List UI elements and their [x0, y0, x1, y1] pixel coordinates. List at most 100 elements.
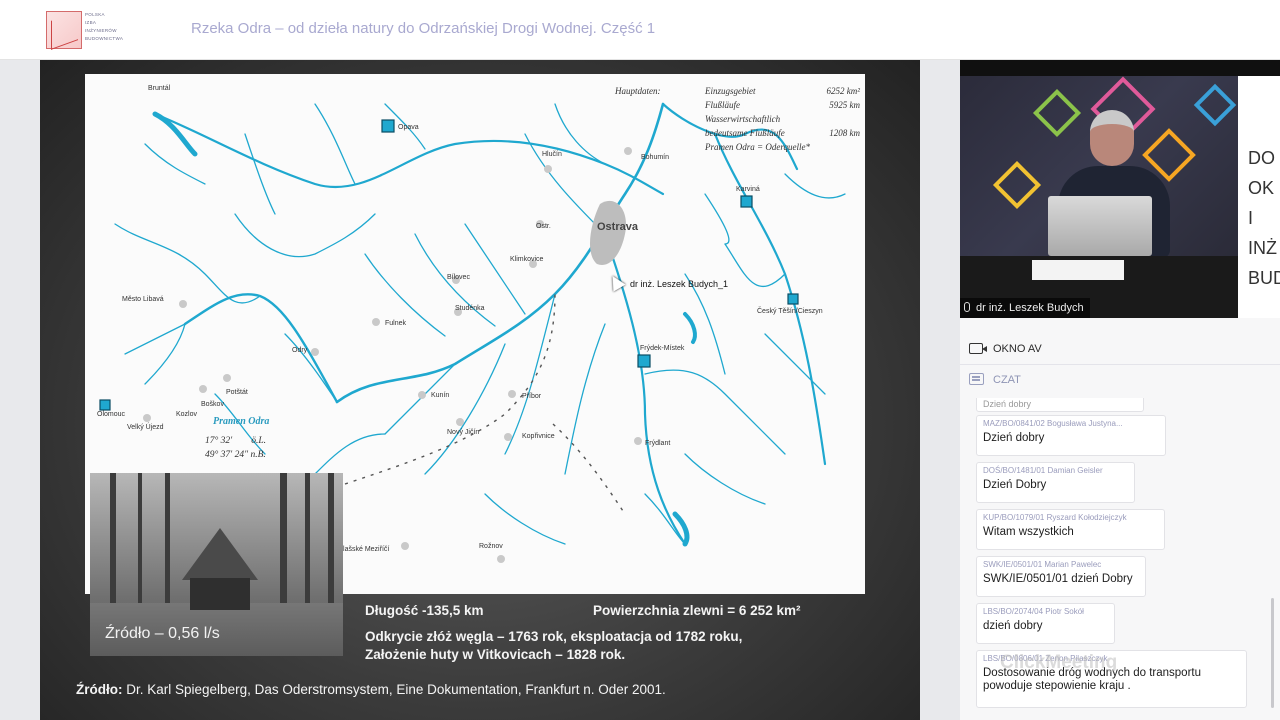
hd-value: 5925 km — [829, 100, 860, 110]
tree-shape — [165, 473, 170, 623]
coal-stat: Odkrycie złóż węgla – 1763 rok, eksploat… — [365, 629, 743, 644]
video-camera-icon — [969, 343, 987, 354]
hut-body — [190, 578, 250, 610]
map-label-kunin: Kunín — [431, 392, 450, 399]
hd-label: Einzugsgebiet — [705, 86, 756, 96]
chat-message-author: LBS/BO/2074/04 Piotr Sokół — [983, 607, 1084, 616]
hd-value: 1208 km — [829, 128, 860, 138]
hauptdaten-row: Pramen Odra = Oderquelle* — [705, 140, 860, 154]
av-window-header[interactable]: OKNO AV — [960, 334, 1280, 364]
map-label-hlucin: Hlučín — [542, 151, 562, 158]
map-label-bohumin: Bohumín — [641, 154, 670, 161]
tree-shape — [110, 473, 116, 623]
chat-label: CZAT — [993, 374, 1021, 386]
photo-caption: Źródło – 0,56 l/s — [105, 625, 220, 642]
chat-message-author: KUP/BO/1079/01 Ryszard Kołodziejczyk — [983, 513, 1127, 522]
map-label-novy-jicin: Nový Jičín — [447, 429, 480, 436]
source-coordinates: 17° 32' ö.L. 49° 37' 24" n.B. — [205, 434, 266, 462]
chat-header[interactable]: CZAT — [960, 364, 1280, 394]
speaker-head — [1090, 110, 1134, 166]
chat-message-text: Witam wszystkich — [983, 526, 1074, 538]
logo-text: POLSKA IZBA INŻYNIERÓW BUDOWNICTWA — [85, 11, 125, 43]
logo-text-line: BUDOWNICTWA — [85, 36, 124, 41]
clickmeeting-watermark: ClickMeeting — [1000, 652, 1118, 673]
chat-scrollbar[interactable] — [1270, 398, 1276, 720]
chat-message: SWK/IE/0501/01 Marian Pawelec SWK/IE/050… — [976, 556, 1146, 597]
coords-suffix: n.B. — [250, 450, 266, 460]
presenter-cursor-label: dr inż. Leszek Budych_1 — [630, 279, 729, 289]
chat-message-text: Dzień Dobry — [983, 479, 1047, 491]
map-label-frydlant: Frýdlant — [645, 440, 671, 447]
logo-text-line: IZBA — [85, 20, 97, 25]
coords-suffix: ö.L. — [251, 436, 267, 446]
length-stat: Długość -135,5 km — [365, 603, 484, 618]
map-label-frydek-mistek: Frýdek-Místek — [640, 345, 685, 352]
event-banner: DO OK I INŻ BUD — [1238, 76, 1280, 318]
paper-sheet — [1032, 260, 1124, 280]
speaker-name-tag: dr inż. Leszek Budych — [960, 298, 1090, 318]
top-bar: POLSKA IZBA INŻYNIERÓW BUDOWNICTWA Rzeka… — [0, 0, 1280, 60]
hd-label: Wasserwirtschaftlich — [705, 114, 781, 124]
chat-message: DOŚ/BO/1481/01 Damian Geisler Dzień Dobr… — [976, 462, 1135, 503]
map-label-ostr: Ostr. — [536, 223, 551, 230]
map-label-odry: Odry — [292, 347, 308, 354]
chat-scroll-thumb[interactable] — [1271, 598, 1274, 708]
source-prefix: Źródło: — [76, 682, 123, 697]
hd-value: 6252 km² — [826, 86, 860, 96]
hauptdaten-row: Flußläufe 5925 km — [705, 98, 860, 112]
piib-logo: POLSKA IZBA INŻYNIERÓW BUDOWNICTWA — [46, 11, 124, 49]
hauptdaten-row: bedeutsame Flußläufe 1208 km — [705, 126, 860, 140]
video-frame: DO OK I INŻ BUD — [960, 76, 1280, 318]
microphone-icon — [964, 302, 970, 312]
chat-message-text: Dzień dobry — [983, 399, 1032, 409]
tree-shape — [138, 473, 142, 623]
map-label-klimkovice: Klimkovice — [510, 256, 544, 263]
deco-diamond — [1032, 88, 1082, 138]
map-label-koprivnice: Kopřivnice — [522, 433, 555, 440]
chat-message-author: SWK/IE/0501/01 Marian Pawelec — [983, 560, 1102, 569]
tree-shape — [305, 473, 310, 623]
map-label-bilovec: Bílovec — [447, 274, 470, 281]
chat-message-text: SWK/IE/0501/01 dzień Dobry — [983, 573, 1133, 585]
map-label-olomouc: Olomouc — [97, 411, 126, 418]
hauptdaten-rows: Einzugsgebiet 6252 km² Flußläufe 5925 km W… — [705, 84, 860, 154]
map-label-studenka: Studénka — [455, 305, 485, 312]
hauptdaten-title: Hauptdaten: — [615, 86, 661, 96]
map-label-pribor: Příbor — [522, 393, 542, 400]
webinar-title: Rzeka Odra – od dzieła natury do Odrzańs… — [191, 20, 656, 37]
speaker-video[interactable]: DO OK I INŻ BUD dr inż. Leszek Budych — [960, 60, 1280, 318]
presentation-slide: Bruntál Opava Ostrava Hlučín Bohumín Kar… — [40, 60, 920, 720]
hd-label: Flußläufe — [705, 100, 740, 110]
logo-text-line: POLSKA — [85, 12, 105, 17]
hauptdaten-row: Wasserwirtschaftlich — [705, 112, 860, 126]
coords-value: 17° 32' — [205, 436, 233, 446]
chat-message: MAZ/BO/0841/02 Bogusława Justyna... Dzie… — [976, 415, 1166, 456]
coords-line: 17° 32' ö.L. — [205, 434, 266, 448]
chat-message-text: Dzień dobry — [983, 432, 1045, 444]
banner-text: DO — [1248, 148, 1275, 168]
map-label-opava: Opava — [398, 124, 419, 131]
slide-source: Źródło: Dr. Karl Spiegelberg, Das Oderst… — [76, 682, 666, 697]
chat-message-author: MAZ/BO/0841/02 Bogusława Justyna... — [983, 419, 1123, 428]
chat-message: Dzień dobry — [976, 398, 1144, 412]
logo-text-line: INŻYNIERÓW — [85, 28, 117, 33]
banner-text: OK — [1248, 178, 1275, 198]
banner-text: BUD — [1248, 268, 1280, 288]
logo-mark-icon — [46, 11, 82, 49]
hut-roof — [182, 528, 258, 580]
map-label-pramen-odra: Pramen Odra — [213, 416, 270, 427]
chat-message-text: dzień dobry — [983, 620, 1043, 632]
map-label-valasske-mezirici: Valašské Meziříčí — [335, 546, 390, 553]
map-label-boskov: Boškov — [201, 401, 224, 408]
coords-value: 49° 37' 24" — [205, 450, 249, 460]
map-label-bruntal: Bruntál — [148, 85, 171, 92]
map-label-mesto-libava: Město Libavá — [122, 296, 164, 303]
side-panel: DO OK I INŻ BUD dr inż. Leszek Budych OK… — [960, 60, 1280, 720]
deco-diamond — [992, 160, 1042, 210]
banner-text: INŻ — [1248, 238, 1277, 258]
steelworks-stat: Założenie huty w Vitkovicach – 1828 rok. — [365, 647, 626, 662]
basin-stat: Powierzchnia zlewni = 6 252 km² — [593, 603, 801, 618]
map-label-cesky-tesin: Český Těšín/Cieszyn — [757, 308, 823, 315]
map-label-ostrava: Ostrava — [597, 221, 638, 233]
map-label-velky-ujezd: Velký Újezd — [127, 424, 164, 431]
